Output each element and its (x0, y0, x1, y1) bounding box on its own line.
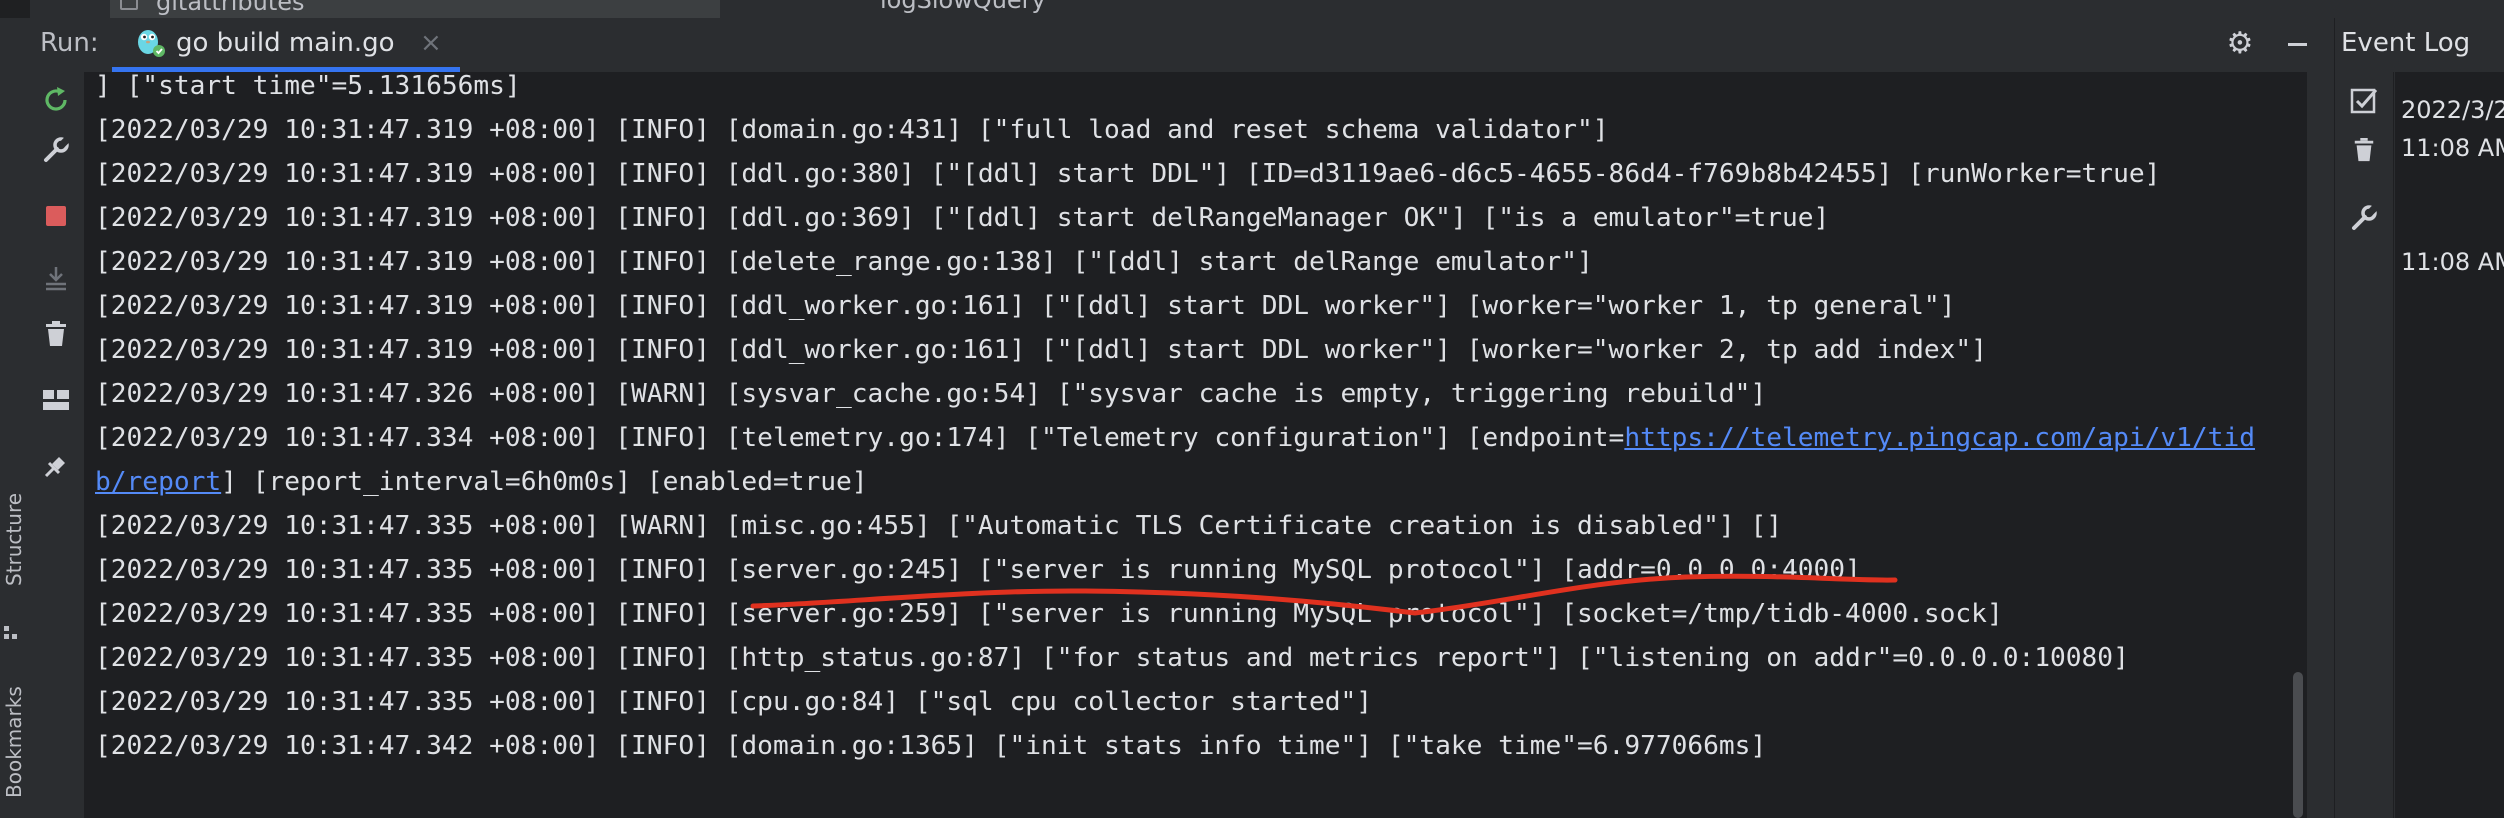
console-line: [2022/03/29 10:31:47.342 +08:00] [INFO] … (95, 724, 1766, 768)
event-time: 11:08 AM (2401, 134, 2504, 162)
trash-icon[interactable] (40, 318, 72, 350)
strip-corner (0, 0, 30, 18)
event-time: 11:08 AM (2401, 248, 2504, 276)
console-line-text: [2022/03/29 10:31:47.342 +08:00] [INFO] … (95, 731, 1767, 761)
event-log-content: 2022/3/2 11:08 AM 11:08 AM (2395, 72, 2504, 818)
scroll-to-end-glyph (46, 267, 66, 291)
console-line: [2022/03/29 10:31:47.335 +08:00] [INFO] … (95, 592, 2003, 636)
scroll-to-end-icon[interactable] (40, 262, 72, 294)
event-date: 2022/3/2 (2401, 96, 2504, 124)
console-line-text: [2022/03/29 10:31:47.335 +08:00] [INFO] … (95, 643, 2129, 673)
trash-glyph (46, 321, 66, 346)
wrench-glyph-2 (2352, 205, 2378, 230)
wrench-icon[interactable] (40, 134, 72, 166)
run-panel-header: Run: go build main.go × ⚙ (28, 18, 2334, 73)
console-line: [2022/03/29 10:31:47.319 +08:00] [INFO] … (95, 152, 2160, 196)
console-link[interactable]: https://telemetry.pingcap.com/api/v1/tid (1624, 423, 2255, 453)
event-log-panel: Event Log 2022/3/2 11:08 AM 11:08 AM (2334, 18, 2504, 818)
file-icon (120, 0, 138, 10)
pin-icon[interactable] (40, 450, 72, 482)
go-gopher-icon (138, 30, 165, 57)
console-line-text: [2022/03/29 10:31:47.326 +08:00] [WARN] … (95, 379, 1767, 409)
console-line: [2022/03/29 10:31:47.335 +08:00] [INFO] … (95, 680, 1372, 724)
event-log-title[interactable]: Event Log (2341, 28, 2470, 58)
structure-tool-button[interactable]: Structure (2, 493, 26, 586)
console-line-text: [2022/03/29 10:31:47.319 +08:00] [INFO] … (95, 291, 1956, 321)
trash-glyph-2 (2354, 138, 2374, 162)
event-log-toolbar (2335, 72, 2394, 818)
layout-glyph (43, 390, 69, 410)
console-line: [2022/03/29 10:31:47.335 +08:00] [INFO] … (95, 636, 2129, 680)
close-tab-icon[interactable]: × (420, 30, 442, 56)
console-line-text: [2022/03/29 10:31:47.319 +08:00] [INFO] … (95, 335, 1987, 365)
editor-tab-gitattributes[interactable]: gitattributes (110, 0, 720, 18)
console-line-text: [2022/03/29 10:31:47.319 +08:00] [INFO] … (95, 247, 1593, 277)
check-list-glyph (2350, 88, 2378, 114)
console-line: [2022/03/29 10:31:47.326 +08:00] [WARN] … (95, 372, 1766, 416)
mark-all-read-icon[interactable] (2348, 84, 2380, 116)
console-link[interactable]: b/report (95, 467, 221, 497)
editor-tab-label: gitattributes (156, 0, 305, 16)
left-tool-stripe: Structure Bookmarks (0, 18, 29, 818)
event-log-settings-icon[interactable] (2348, 202, 2380, 234)
bookmarks-tool-button[interactable]: Bookmarks (2, 686, 26, 798)
ide-window: gitattributes logSlowQuery Structure Boo… (0, 0, 2504, 818)
structure-icon (4, 626, 18, 640)
console-line: [2022/03/29 10:31:47.319 +08:00] [INFO] … (95, 328, 1987, 372)
console-line-text: [2022/03/29 10:31:47.319 +08:00] [INFO] … (95, 159, 2161, 189)
console-line: [2022/03/29 10:31:47.319 +08:00] [INFO] … (95, 284, 1955, 328)
console-line-text: [2022/03/29 10:31:47.319 +08:00] [INFO] … (95, 203, 1830, 233)
console-line-text: [2022/03/29 10:31:47.335 +08:00] [WARN] … (95, 511, 1782, 541)
rerun-icon[interactable] (40, 84, 72, 116)
event-log-trash-icon[interactable] (2348, 134, 2380, 166)
console-line: [2022/03/29 10:31:47.335 +08:00] [INFO] … (95, 548, 1861, 592)
gear-icon[interactable]: ⚙ (2224, 28, 2256, 60)
console-output[interactable]: ] ["start time"=5.131656ms] [2022/03/29 1… (85, 72, 2307, 818)
console-line: [2022/03/29 10:31:47.335 +08:00] [WARN] … (95, 504, 1782, 548)
console-line: [2022/03/29 10:31:47.319 +08:00] [INFO] … (95, 108, 1609, 152)
run-toolbar (28, 72, 85, 818)
console-line-text: [2022/03/29 10:31:47.334 +08:00] [INFO] … (95, 423, 1625, 453)
panel-divider[interactable] (2307, 18, 2334, 818)
run-tab-go-build[interactable]: go build main.go × (112, 18, 460, 72)
run-tab-label: go build main.go (176, 28, 395, 58)
console-line-text: ] ["start time"=5.131656ms] (95, 72, 521, 101)
console-line-text: [2022/03/29 10:31:47.335 +08:00] [INFO] … (95, 687, 1373, 717)
run-label: Run: (40, 28, 99, 58)
console-line-text: [2022/03/29 10:31:47.335 +08:00] [INFO] … (95, 555, 1861, 585)
pin-glyph (44, 457, 65, 478)
console-line-text: ] [report_interval=6h0m0s] [enabled=true… (221, 467, 868, 497)
stop-icon[interactable] (40, 200, 72, 232)
console-line-text: [2022/03/29 10:31:47.319 +08:00] [INFO] … (95, 115, 1609, 145)
stop-square (46, 206, 66, 226)
editor-tab-strip: gitattributes logSlowQuery (0, 0, 2504, 18)
console-scrollbar[interactable] (2293, 672, 2303, 818)
editor-tab-logslowquery[interactable]: logSlowQuery (880, 0, 1046, 16)
layout-icon[interactable] (40, 384, 72, 416)
console-line: b/report] [report_interval=6h0m0s] [enab… (95, 460, 868, 504)
console-line: ] ["start time"=5.131656ms] (95, 72, 521, 108)
console-line: [2022/03/29 10:31:47.319 +08:00] [INFO] … (95, 196, 1829, 240)
console-line: [2022/03/29 10:31:47.334 +08:00] [INFO] … (95, 416, 2255, 460)
console-line-text: [2022/03/29 10:31:47.335 +08:00] [INFO] … (95, 599, 2003, 629)
rerun-icon-glyph (45, 87, 67, 111)
wrench-icon-glyph (44, 137, 70, 162)
console-line: [2022/03/29 10:31:47.319 +08:00] [INFO] … (95, 240, 1593, 284)
